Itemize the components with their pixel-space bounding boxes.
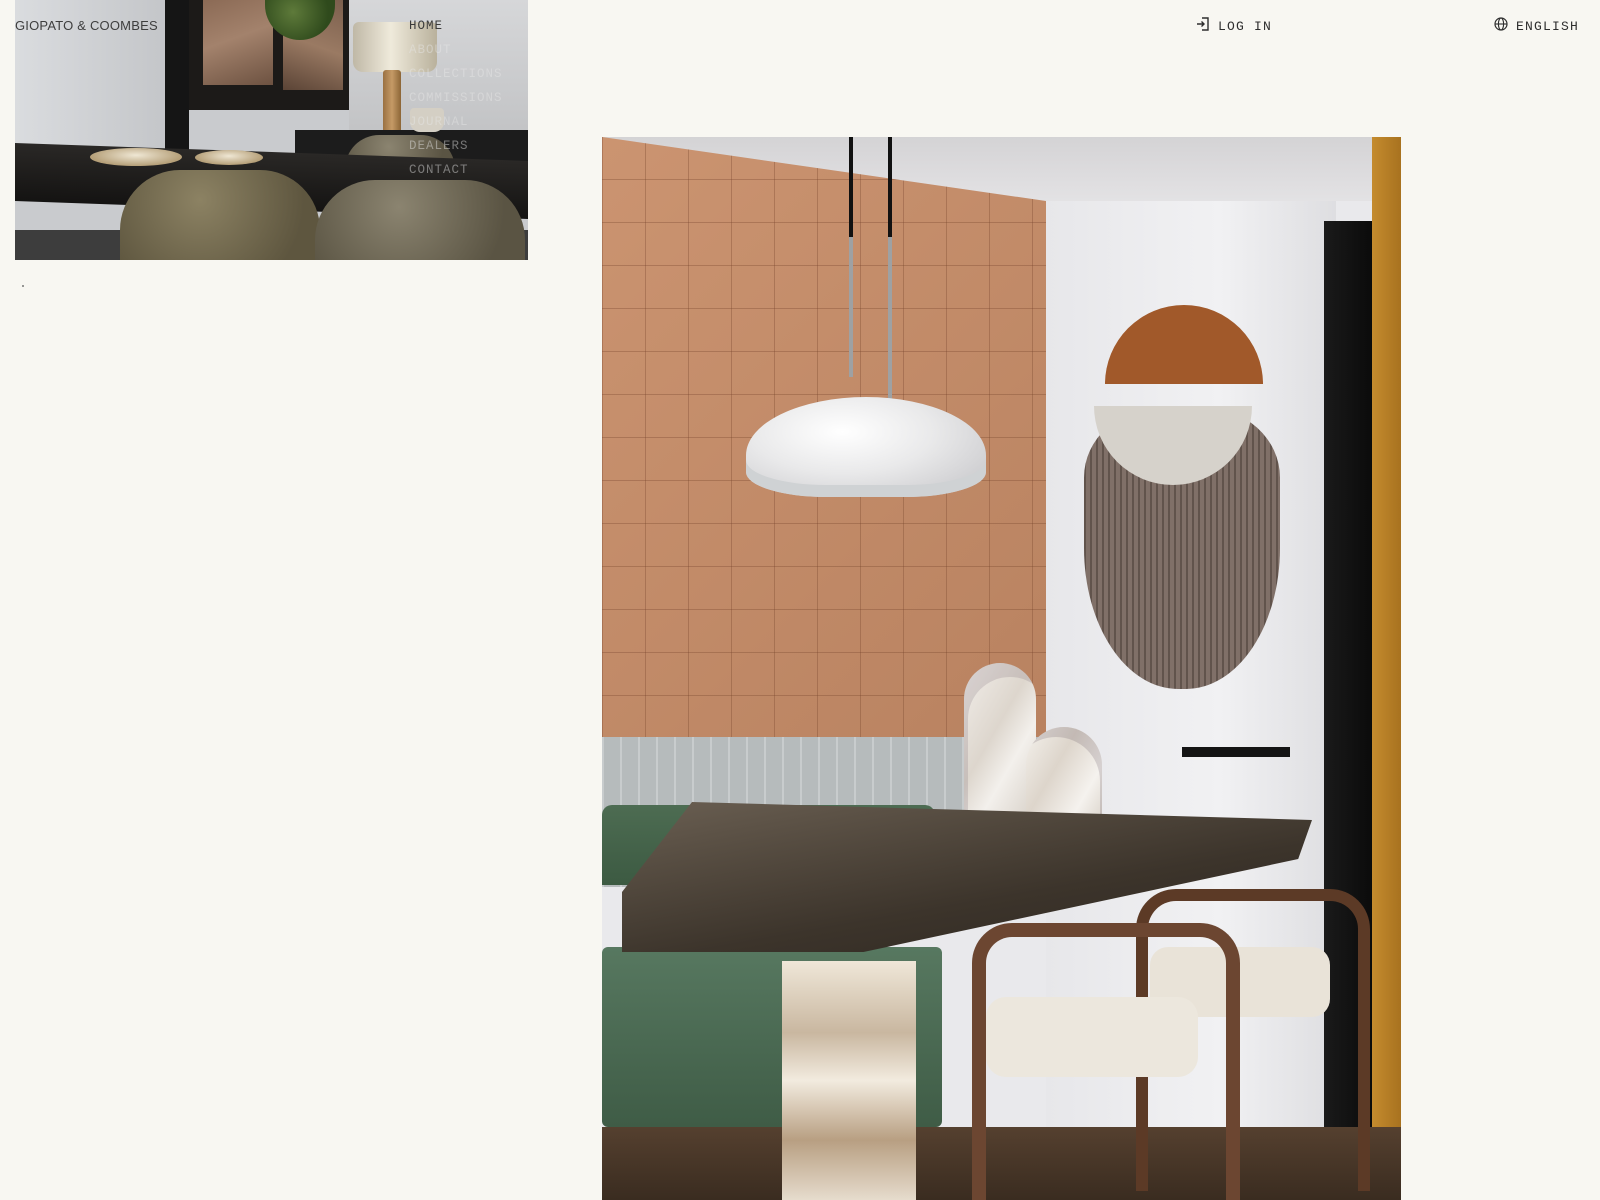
thumb-chair bbox=[315, 180, 525, 260]
nav-item-contact[interactable]: CONTACT bbox=[409, 162, 503, 186]
globe-icon bbox=[1494, 17, 1508, 35]
login-label: LOG IN bbox=[1218, 18, 1273, 34]
hero-onyx-table-leg bbox=[782, 961, 916, 1200]
hero-chair-seat bbox=[986, 997, 1198, 1077]
hero-mustard-wall bbox=[1372, 137, 1401, 1200]
thumb-lamp-base bbox=[383, 70, 401, 134]
nav-item-collections[interactable]: COLLECTIONS bbox=[409, 66, 503, 90]
language-selector[interactable]: ENGLISH bbox=[1494, 17, 1579, 35]
hero-pendant-rod bbox=[849, 137, 853, 377]
nav-item-about[interactable]: ABOUT bbox=[409, 42, 503, 66]
hero-tapestry-disc bbox=[1094, 327, 1252, 485]
thumb-bowl bbox=[90, 148, 182, 166]
nav-item-journal[interactable]: JOURNAL bbox=[409, 114, 503, 138]
brand-logo[interactable]: GIOPATO & COOMBES bbox=[15, 18, 158, 33]
nav-item-home[interactable]: HOME bbox=[409, 18, 503, 42]
language-label: ENGLISH bbox=[1516, 18, 1580, 34]
nav-item-commissions[interactable]: COMMISSIONS bbox=[409, 90, 503, 114]
hero-image[interactable] bbox=[602, 137, 1401, 1200]
login-icon bbox=[1196, 17, 1210, 35]
login-button[interactable]: LOG IN bbox=[1196, 17, 1272, 35]
nav-item-dealers[interactable]: DEALERS bbox=[409, 138, 503, 162]
pagination-dot[interactable] bbox=[22, 285, 24, 287]
thumb-chair bbox=[120, 170, 320, 260]
thumb-bowl bbox=[195, 150, 263, 165]
hero-pendant-rod bbox=[888, 137, 892, 405]
main-nav: HOME ABOUT COLLECTIONS COMMISSIONS JOURN… bbox=[409, 18, 503, 186]
